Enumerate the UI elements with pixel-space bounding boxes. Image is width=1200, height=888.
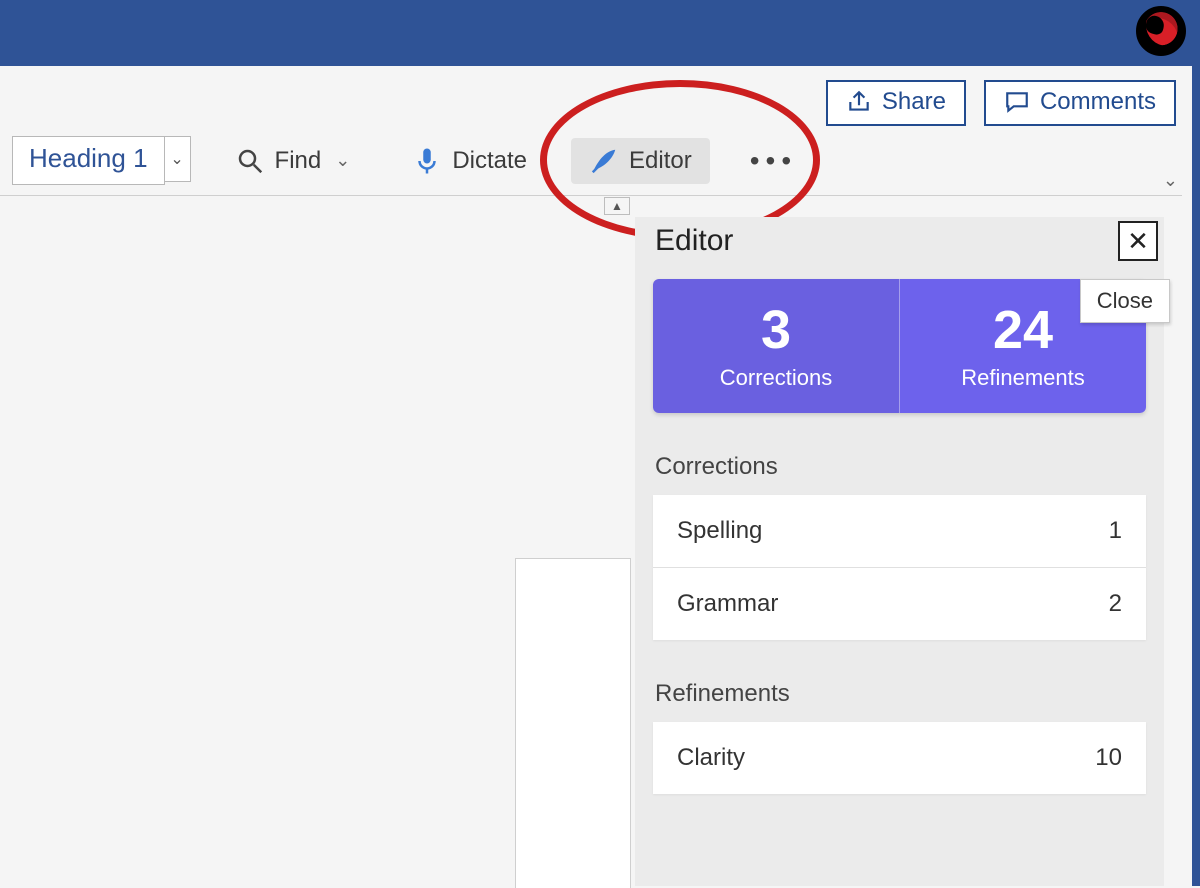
microphone-icon [412,146,442,176]
editor-panel-title: Editor [655,224,733,258]
ruler-handle[interactable]: ▲ [604,197,630,215]
editor-panel-header: Editor ✕ [635,217,1164,271]
clarity-item[interactable]: Clarity 10 [653,722,1146,794]
corrections-section-label: Corrections [655,453,1144,481]
search-icon [235,146,265,176]
close-icon: ✕ [1127,226,1149,257]
refinements-section-label: Refinements [655,680,1144,708]
dictate-label: Dictate [452,147,527,175]
find-label: Find [275,147,322,175]
chevron-down-icon: ⌄ [170,149,183,169]
item-count: 10 [1095,744,1122,772]
editor-metrics: 3 Corrections 24 Refinements [653,279,1146,413]
corrections-count: 3 [663,303,889,357]
dictate-button[interactable]: Dictate [394,138,545,184]
item-count: 1 [1109,517,1122,545]
style-dropdown[interactable]: ⌄ [165,136,191,182]
ribbon-toolbar: Heading 1 ⌄ Find ⌄ Dictate Editor ••• ⌄ [0,126,1182,196]
top-actions: Share Comments [826,80,1176,126]
share-label: Share [882,88,946,116]
share-button[interactable]: Share [826,80,966,126]
editor-label: Editor [629,147,692,175]
comment-icon [1004,89,1030,115]
refinements-metric-label: Refinements [910,365,1136,391]
chevron-down-icon: ⌄ [335,150,350,171]
title-bar [0,0,1200,66]
item-label: Grammar [677,590,778,618]
feather-icon [589,146,619,176]
ribbon-collapse[interactable]: ⌄ [1163,170,1178,191]
window-edge [1192,0,1200,886]
comments-label: Comments [1040,88,1156,116]
close-tooltip: Close [1080,279,1170,323]
user-avatar[interactable] [1136,6,1186,56]
find-button[interactable]: Find ⌄ [217,138,369,184]
corrections-metric[interactable]: 3 Corrections [653,279,900,413]
editor-button[interactable]: Editor [571,138,710,184]
corrections-metric-label: Corrections [663,365,889,391]
spelling-item[interactable]: Spelling 1 [653,495,1146,568]
comments-button[interactable]: Comments [984,80,1176,126]
document-page[interactable] [515,558,631,888]
item-count: 2 [1109,590,1122,618]
item-label: Spelling [677,517,762,545]
editor-panel: Editor ✕ Close 3 Corrections 24 Refineme… [635,217,1164,886]
style-selector[interactable]: Heading 1 [12,136,165,185]
style-label: Heading 1 [29,143,148,174]
ellipsis-icon: ••• [750,145,797,176]
grammar-item[interactable]: Grammar 2 [653,568,1146,640]
share-icon [846,89,872,115]
more-button[interactable]: ••• [736,137,811,185]
close-button[interactable]: ✕ [1118,221,1158,261]
item-label: Clarity [677,744,745,772]
